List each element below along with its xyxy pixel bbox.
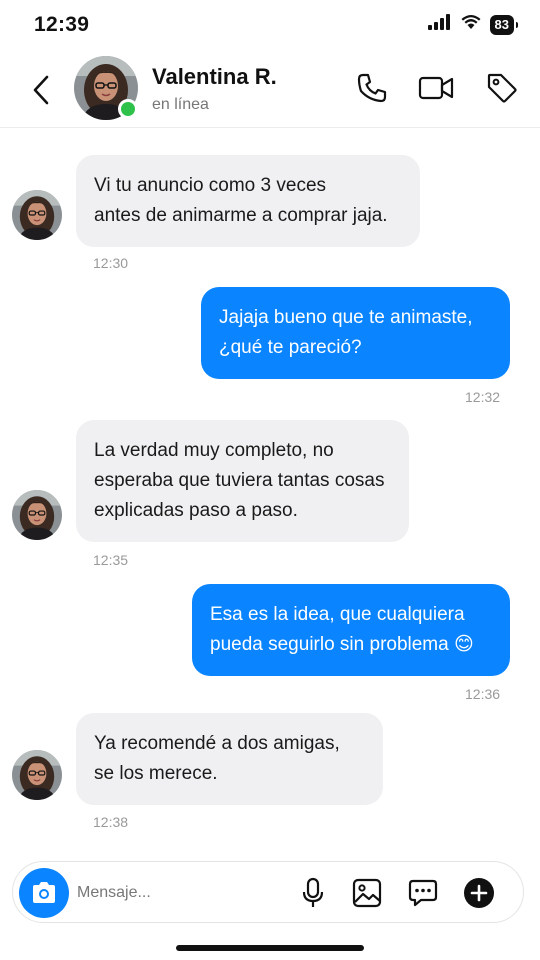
message-line: esperaba que tuviera tantas cosas bbox=[94, 470, 385, 491]
message-time: 12:36 bbox=[465, 686, 501, 702]
contact-avatar-small[interactable] bbox=[12, 490, 62, 540]
video-call-button[interactable] bbox=[418, 70, 454, 106]
battery-indicator: 83 bbox=[489, 14, 519, 35]
message-bubble-incoming[interactable]: La verdad muy completo, no esperaba que … bbox=[76, 420, 409, 542]
chevron-left-icon bbox=[33, 75, 49, 105]
camera-icon bbox=[33, 882, 55, 903]
message-bubble-outgoing[interactable]: Esa es la idea, que cualquiera pueda seg… bbox=[192, 584, 510, 676]
gallery-button[interactable] bbox=[349, 875, 385, 911]
message-time: 12:30 bbox=[93, 255, 129, 271]
message-bubble-incoming[interactable]: Vi tu anuncio como 3 veces antes de anim… bbox=[76, 155, 420, 247]
status-icons: 83 bbox=[427, 14, 519, 35]
contact-status: en línea bbox=[152, 96, 209, 113]
add-button[interactable] bbox=[461, 875, 497, 911]
microphone-icon bbox=[302, 877, 324, 907]
phone-icon bbox=[357, 73, 387, 103]
message-time: 12:32 bbox=[465, 389, 501, 405]
video-camera-icon bbox=[418, 76, 454, 100]
message-line: La verdad muy completo, no bbox=[94, 440, 334, 461]
message-line: Vi tu anuncio como 3 veces bbox=[94, 175, 327, 196]
message-input[interactable] bbox=[77, 878, 277, 908]
tag-button[interactable] bbox=[484, 70, 520, 106]
message-composer bbox=[12, 861, 524, 923]
message-line: pueda seguirlo sin problema 😊 bbox=[210, 634, 474, 655]
contact-avatar-small[interactable] bbox=[12, 750, 62, 800]
status-time: 12:39 bbox=[34, 13, 90, 36]
online-status-dot bbox=[118, 99, 138, 119]
message-line: explicadas paso a paso. bbox=[94, 500, 298, 521]
message-line: antes de animarme a comprar jaja. bbox=[94, 205, 388, 226]
message-line: Jajaja bueno que te animaste, bbox=[219, 307, 473, 328]
voice-message-button[interactable] bbox=[295, 875, 331, 911]
tag-icon bbox=[487, 73, 517, 103]
back-button[interactable] bbox=[26, 72, 56, 108]
message-time: 12:38 bbox=[93, 814, 129, 830]
contact-avatar-small[interactable] bbox=[12, 190, 62, 240]
call-button[interactable] bbox=[354, 70, 390, 106]
chat-dots-icon bbox=[408, 879, 438, 907]
more-options-button[interactable] bbox=[405, 875, 441, 911]
status-bar: 12:39 83 bbox=[0, 0, 540, 50]
message-time: 12:35 bbox=[93, 552, 129, 568]
contact-name[interactable]: Valentina R. bbox=[152, 64, 277, 90]
camera-button[interactable] bbox=[19, 868, 69, 918]
message-bubble-incoming[interactable]: Ya recomendé a dos amigas, se los merece… bbox=[76, 713, 383, 805]
message-line: ¿qué te pareció? bbox=[219, 337, 362, 358]
message-line: Esa es la idea, que cualquiera bbox=[210, 604, 465, 625]
image-icon bbox=[352, 878, 382, 908]
message-line: se los merece. bbox=[94, 763, 218, 784]
message-line: Ya recomendé a dos amigas, bbox=[94, 733, 340, 754]
chat-header: Valentina R. en línea bbox=[0, 52, 540, 128]
plus-circle-icon bbox=[464, 878, 494, 908]
home-indicator[interactable] bbox=[176, 945, 364, 951]
signal-icon bbox=[427, 14, 452, 35]
message-bubble-outgoing[interactable]: Jajaja bueno que te animaste, ¿qué te pa… bbox=[201, 287, 510, 379]
wifi-icon bbox=[460, 14, 482, 35]
